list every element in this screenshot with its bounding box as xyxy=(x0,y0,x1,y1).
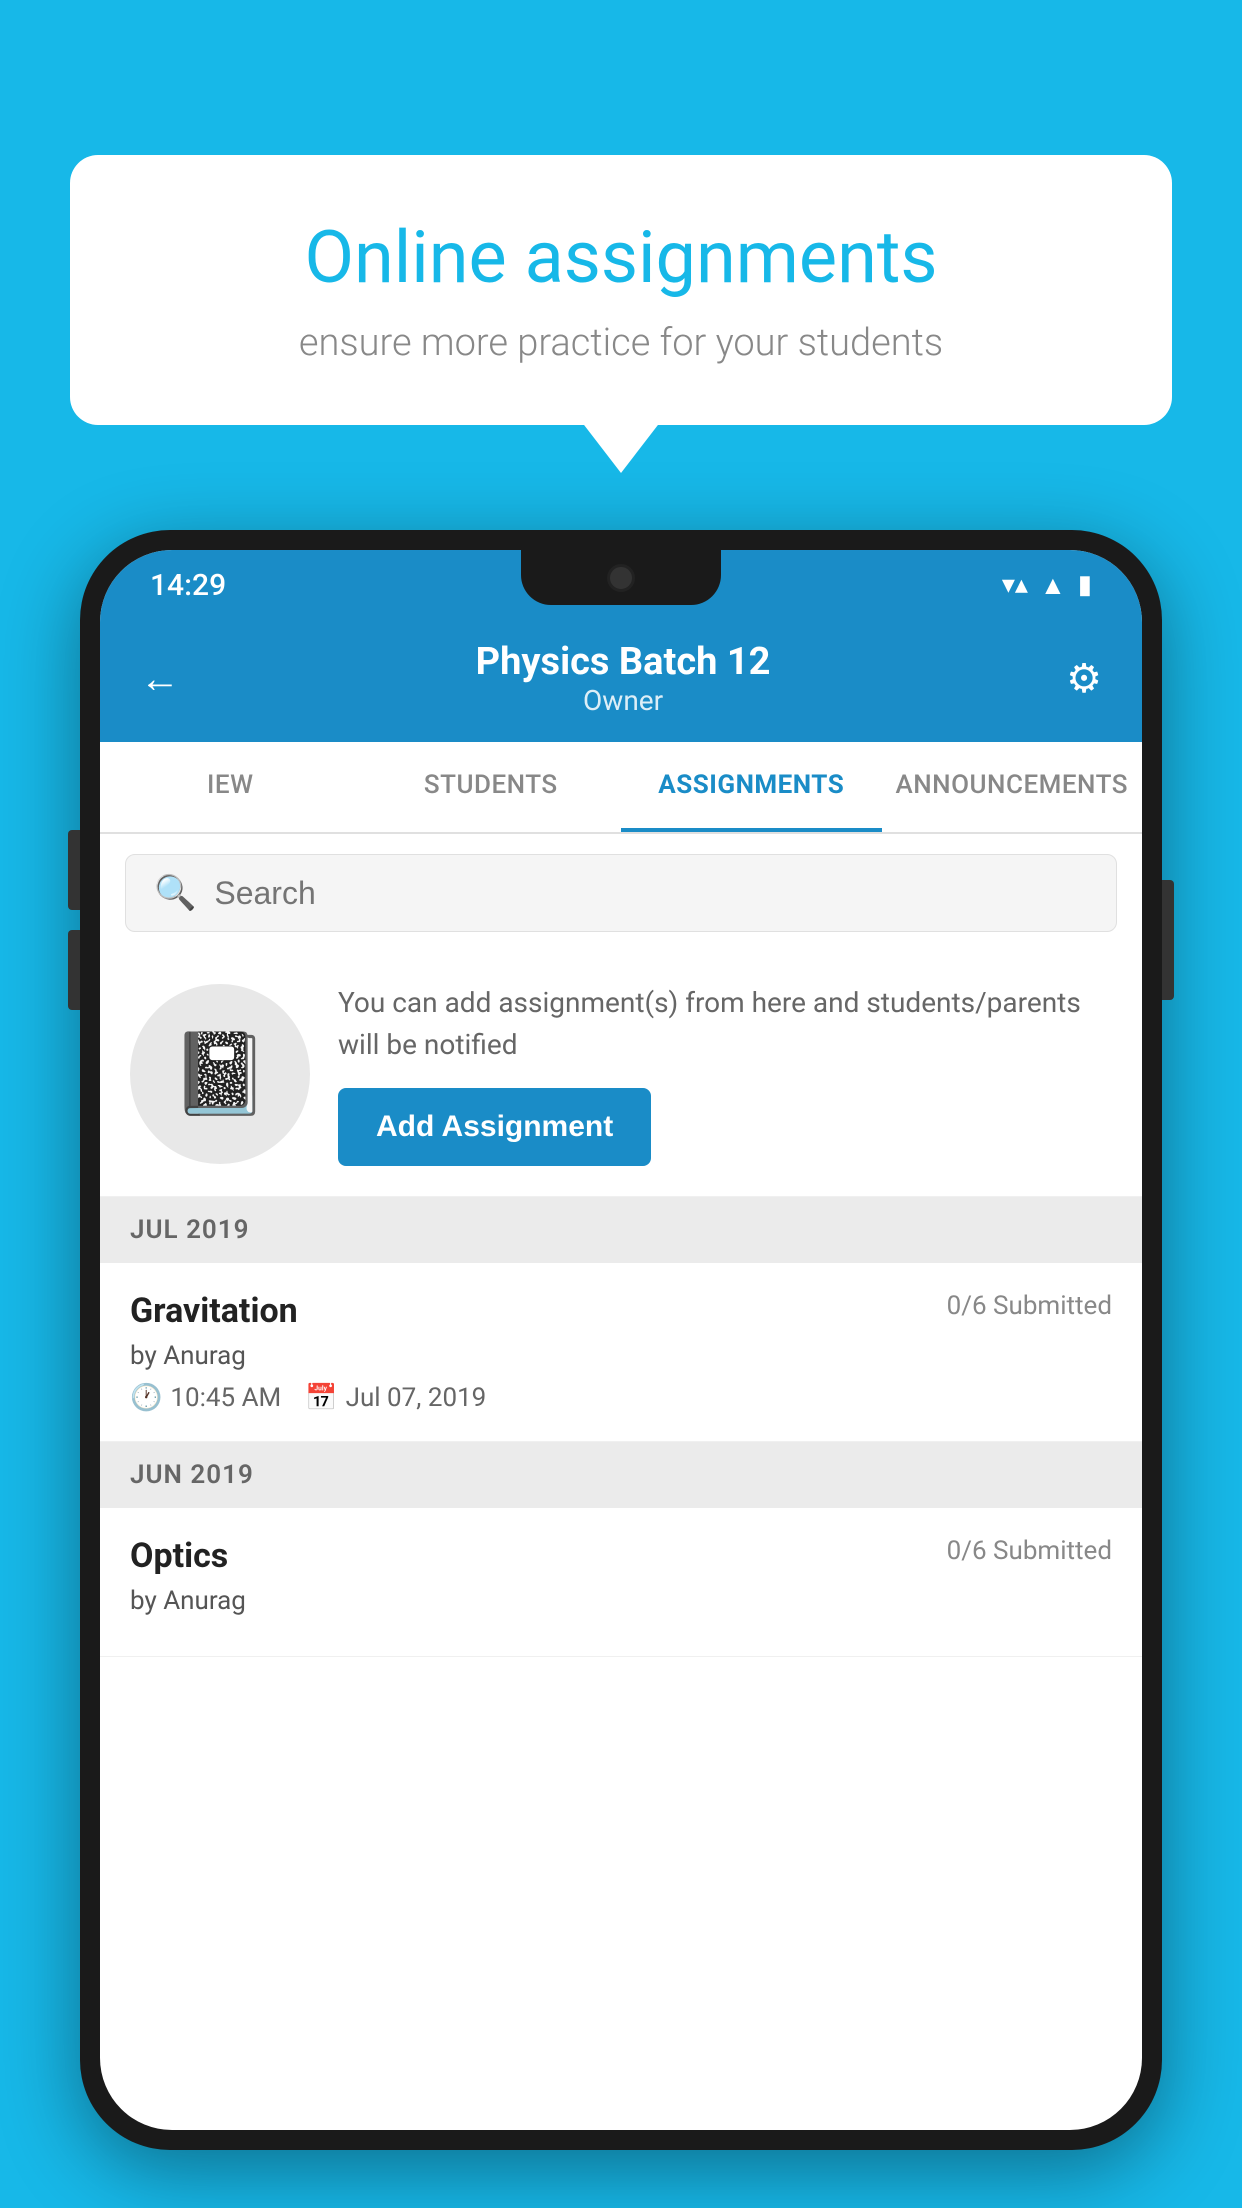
phone-frame: 14:29 ▾▴ ▲ ▮ ← Physics Batch 12 Owner ⚙ … xyxy=(80,530,1162,2150)
status-icons: ▾▴ ▲ ▮ xyxy=(1002,570,1092,601)
calendar-icon: 📅 xyxy=(305,1383,337,1413)
assignment-item-optics[interactable]: Optics 0/6 Submitted by Anurag xyxy=(100,1508,1142,1657)
tab-assignments[interactable]: ASSIGNMENTS xyxy=(621,742,882,832)
assignment-date: Jul 07, 2019 xyxy=(346,1383,487,1413)
app-header: ← Physics Batch 12 Owner ⚙ xyxy=(100,620,1142,742)
back-button[interactable]: ← xyxy=(140,655,180,702)
signal-icon: ▲ xyxy=(1040,570,1066,601)
assignment-by-optics: by Anurag xyxy=(130,1586,1112,1616)
wifi-icon: ▾▴ xyxy=(1002,570,1028,600)
phone-wrapper: 14:29 ▾▴ ▲ ▮ ← Physics Batch 12 Owner ⚙ … xyxy=(80,530,1162,2208)
assignment-top-row-optics: Optics 0/6 Submitted xyxy=(130,1536,1112,1576)
status-time: 14:29 xyxy=(150,568,226,603)
info-description: You can add assignment(s) from here and … xyxy=(338,982,1112,1066)
info-text-block: You can add assignment(s) from here and … xyxy=(338,982,1112,1166)
assignment-title: Gravitation xyxy=(130,1291,298,1331)
power-button xyxy=(1162,880,1174,1000)
section-header-jul: JUL 2019 xyxy=(100,1197,1142,1263)
phone-screen: 14:29 ▾▴ ▲ ▮ ← Physics Batch 12 Owner ⚙ … xyxy=(100,550,1142,2130)
search-bar[interactable]: 🔍 xyxy=(125,854,1117,932)
meta-time: 🕐 10:45 AM xyxy=(130,1383,281,1413)
header-subtitle: Owner xyxy=(476,684,771,717)
search-bar-container: 🔍 xyxy=(100,834,1142,952)
add-assignment-button[interactable]: Add Assignment xyxy=(338,1088,651,1166)
speech-bubble-title: Online assignments xyxy=(140,215,1102,301)
tab-iew[interactable]: IEW xyxy=(100,742,361,832)
meta-date: 📅 Jul 07, 2019 xyxy=(305,1383,486,1413)
section-header-jun: JUN 2019 xyxy=(100,1442,1142,1508)
settings-button[interactable]: ⚙ xyxy=(1066,655,1102,702)
camera xyxy=(607,564,635,592)
notebook-icon: 📓 xyxy=(170,1027,270,1121)
assignment-by: by Anurag xyxy=(130,1341,1112,1371)
assignment-meta: 🕐 10:45 AM 📅 Jul 07, 2019 xyxy=(130,1383,1112,1413)
tabs: IEW STUDENTS ASSIGNMENTS ANNOUNCEMENTS xyxy=(100,742,1142,834)
tab-students[interactable]: STUDENTS xyxy=(361,742,622,832)
assignment-submitted: 0/6 Submitted xyxy=(947,1291,1112,1321)
search-input[interactable] xyxy=(214,875,1088,912)
speech-bubble-subtitle: ensure more practice for your students xyxy=(140,321,1102,365)
volume-buttons xyxy=(68,830,80,1010)
assignment-time: 10:45 AM xyxy=(170,1383,281,1413)
speech-bubble-container: Online assignments ensure more practice … xyxy=(70,155,1172,425)
assignment-item-gravitation[interactable]: Gravitation 0/6 Submitted by Anurag 🕐 10… xyxy=(100,1263,1142,1442)
assignment-icon-circle: 📓 xyxy=(130,984,310,1164)
notch xyxy=(521,550,721,605)
info-card: 📓 You can add assignment(s) from here an… xyxy=(100,952,1142,1197)
speech-bubble: Online assignments ensure more practice … xyxy=(70,155,1172,425)
assignment-top-row: Gravitation 0/6 Submitted xyxy=(130,1291,1112,1331)
assignment-title-optics: Optics xyxy=(130,1536,228,1576)
clock-icon: 🕐 xyxy=(130,1383,162,1413)
assignment-submitted-optics: 0/6 Submitted xyxy=(947,1536,1112,1566)
header-center: Physics Batch 12 Owner xyxy=(476,640,771,717)
search-icon: 🔍 xyxy=(154,873,196,913)
battery-icon: ▮ xyxy=(1078,570,1092,600)
tab-announcements[interactable]: ANNOUNCEMENTS xyxy=(882,742,1143,832)
header-title: Physics Batch 12 xyxy=(476,640,771,684)
